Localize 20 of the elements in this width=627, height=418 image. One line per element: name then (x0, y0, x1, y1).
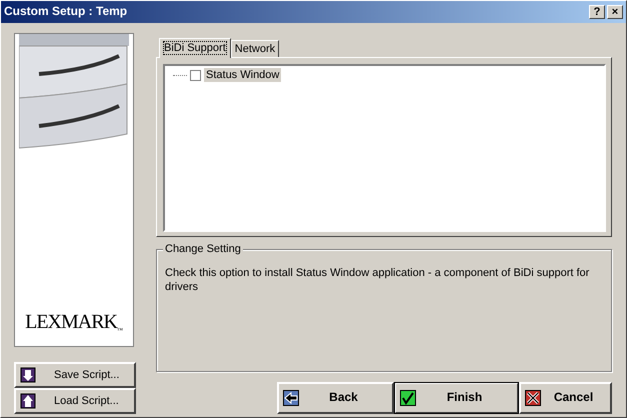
arrow-up-icon (20, 393, 36, 409)
cancel-button[interactable]: Cancel (519, 382, 612, 414)
group-title: Change Setting (163, 242, 243, 256)
tab[interactable]: Network (230, 40, 280, 57)
tab[interactable]: BiDi Support (159, 38, 231, 58)
back-button[interactable]: Back (277, 382, 394, 414)
load-script-button[interactable]: Load Script... (14, 388, 136, 414)
save-script-button[interactable]: Save Script... (14, 362, 136, 388)
close-button[interactable]: × (607, 5, 623, 19)
tree-line (173, 74, 187, 76)
arrow-left-icon (283, 390, 299, 406)
description-text: Check this option to install Status Window application - a component of BiDi support for drivers (165, 266, 590, 295)
x-icon (525, 390, 541, 406)
finish-button[interactable]: Finish (394, 382, 519, 414)
arrow-down-icon (20, 367, 36, 383)
window-title: Custom Setup : Temp (4, 4, 128, 20)
checkbox[interactable] (190, 70, 201, 81)
help-button[interactable]: ? (589, 5, 605, 19)
tree-item[interactable]: Status Window (204, 68, 282, 82)
checkmark-icon (400, 390, 416, 406)
